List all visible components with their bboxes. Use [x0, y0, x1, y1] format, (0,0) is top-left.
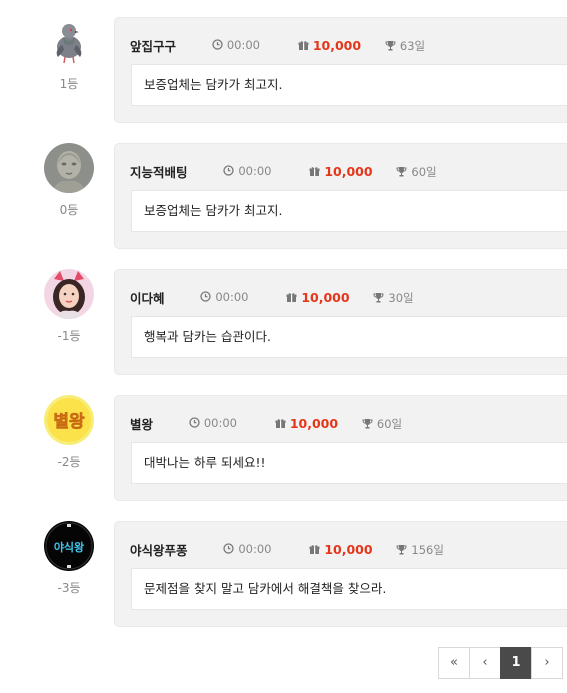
- clock-icon: [189, 417, 200, 431]
- money-text: 10,000: [324, 541, 373, 557]
- trophy-icon: [373, 292, 384, 306]
- trophy-icon: [362, 418, 373, 432]
- avatar-girl-photo[interactable]: [44, 269, 94, 319]
- gift-icon: [298, 39, 309, 54]
- comment-message: 보증업체는 담카가 최고지.: [131, 190, 567, 232]
- avatar-night-snack[interactable]: 야식왕: [44, 521, 94, 571]
- page-1-button[interactable]: 1: [500, 647, 532, 679]
- clock-icon: [223, 543, 234, 557]
- comment-entry: 야식왕 -3등 야식왕푸퐁 00:00 10,000 156일 문제점을 찾지 …: [0, 521, 567, 627]
- comment-meta: 앞집구구 00:00 10,000 63일: [130, 36, 425, 55]
- money-info: 10,000: [309, 163, 373, 180]
- time-text: 00:00: [226, 38, 260, 52]
- comment-card: 이다혜 00:00 10,000 30일 행복과 담카는 습관이다.: [114, 269, 567, 375]
- money-info: 10,000: [286, 289, 350, 306]
- comment-meta: 지능적배팅 00:00 10,000 60일: [130, 162, 437, 181]
- clock-icon: [212, 39, 223, 53]
- gift-icon: [275, 417, 286, 432]
- avatar-star-text: 별왕: [53, 412, 85, 432]
- time-text: 00:00: [238, 164, 272, 178]
- comment-meta: 이다혜 00:00 10,000 30일: [130, 288, 414, 307]
- prev-page-button[interactable]: ‹: [469, 647, 501, 679]
- money-info: 10,000: [275, 416, 338, 432]
- days-info: 30일: [373, 290, 414, 306]
- time-info: 00:00: [189, 416, 237, 431]
- comment-message: 문제점을 찾지 말고 담카에서 해결책을 찾으라.: [131, 568, 567, 610]
- money-text: 10,000: [324, 163, 373, 179]
- gift-icon: [309, 165, 320, 180]
- comment-message: 대박나는 하루 되세요!!: [131, 442, 567, 484]
- comment-entry: -1등 이다혜 00:00 10,000 30일 행복과 담카는 습관이다.: [0, 269, 567, 375]
- trophy-icon: [396, 166, 407, 180]
- rank-label: -3등: [57, 581, 81, 595]
- username[interactable]: 앞집구구: [130, 36, 176, 55]
- username[interactable]: 이다혜: [130, 288, 165, 307]
- rank-label: -2등: [57, 455, 81, 469]
- next-page-button[interactable]: ›: [531, 647, 563, 679]
- money-text: 10,000: [312, 37, 362, 53]
- gift-icon: [309, 543, 320, 558]
- username[interactable]: 지능적배팅: [130, 162, 188, 181]
- username[interactable]: 별왕: [130, 414, 153, 433]
- comment-card: 별왕 00:00 10,000 60일 대박나는 하루 되세요!!: [114, 395, 567, 501]
- days-info: 63일: [385, 38, 425, 54]
- trophy-icon: [396, 544, 407, 558]
- username[interactable]: 야식왕푸퐁: [130, 540, 188, 559]
- days-text: 60일: [376, 416, 403, 431]
- time-info: 00:00: [223, 164, 272, 179]
- first-page-button[interactable]: «: [438, 647, 470, 679]
- comment-card: 앞집구구 00:00 10,000 63일 보증업체는 담카가 최고지.: [114, 17, 567, 123]
- money-info: 10,000: [309, 541, 373, 558]
- money-info: 10,000: [298, 38, 361, 54]
- money-text: 10,000: [289, 415, 339, 431]
- rank-label: -1등: [57, 329, 81, 343]
- comment-meta: 별왕 00:00 10,000 60일: [130, 414, 402, 433]
- comment-card: 야식왕푸퐁 00:00 10,000 156일 문제점을 찾지 말고 담카에서 …: [114, 521, 567, 627]
- time-info: 00:00: [212, 38, 260, 53]
- time-text: 00:00: [238, 542, 272, 556]
- clock-icon: [200, 291, 211, 305]
- rank-label: 0등: [59, 203, 79, 217]
- days-info: 156일: [396, 542, 444, 558]
- rank-label: 1등: [59, 77, 79, 91]
- days-text: 156일: [411, 542, 444, 557]
- days-info: 60일: [396, 164, 437, 180]
- comment-card: 지능적배팅 00:00 10,000 60일 보증업체는 담카가 최고지.: [114, 143, 567, 249]
- clock-icon: [223, 165, 234, 179]
- time-text: 00:00: [215, 290, 249, 304]
- days-info: 60일: [362, 416, 402, 432]
- comment-entry: 0등 지능적배팅 00:00 10,000 60일 보증업체는 담카가 최고지.: [0, 143, 567, 249]
- comment-meta: 야식왕푸퐁 00:00 10,000 156일: [130, 540, 444, 559]
- avatar-statue[interactable]: [44, 143, 94, 193]
- avatar-star-king[interactable]: 별왕: [44, 395, 94, 445]
- days-text: 30일: [388, 290, 414, 305]
- comment-message: 보증업체는 담카가 최고지.: [131, 64, 567, 106]
- comment-entry: 1등 앞집구구 00:00 10,000 63일 보증업체는 담카가 최고지.: [0, 17, 567, 123]
- gift-icon: [286, 291, 297, 306]
- time-info: 00:00: [223, 542, 272, 557]
- trophy-icon: [385, 40, 396, 54]
- avatar-night-text: 야식왕: [54, 540, 84, 554]
- money-text: 10,000: [301, 289, 350, 305]
- time-info: 00:00: [200, 290, 249, 305]
- comment-entry: 별왕 -2등 별왕 00:00 10,000 60일 대박나는 하루 되세요!!: [0, 395, 567, 501]
- days-text: 60일: [411, 164, 437, 179]
- comment-message: 행복과 담카는 습관이다.: [131, 316, 567, 358]
- time-text: 00:00: [203, 416, 237, 430]
- days-text: 63일: [399, 38, 426, 53]
- avatar-pigeon[interactable]: [44, 17, 94, 67]
